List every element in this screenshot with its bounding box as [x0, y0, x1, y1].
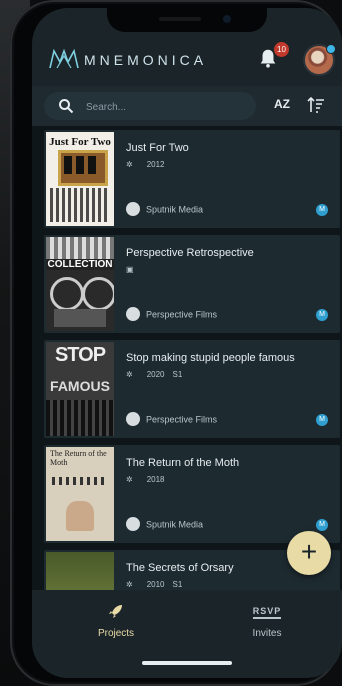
project-poster: The Return of the Moth — [46, 447, 114, 541]
collection-icon: ▣ — [126, 265, 134, 274]
film-reel-icon: ✲ — [126, 580, 133, 589]
project-title: The Secrets of Orsary — [126, 562, 234, 574]
project-poster — [46, 552, 114, 590]
project-meta: ✲ 2018 — [126, 475, 165, 484]
tab-label: Projects — [97, 628, 135, 639]
project-meta: ✲ 2012 — [126, 160, 165, 169]
project-list: Just For Two Just For Two ✲ 2012 Sputnik … — [32, 126, 342, 590]
project-title: Perspective Retrospective — [126, 247, 254, 259]
member-badge: M — [316, 204, 328, 216]
online-status-dot — [326, 44, 336, 54]
project-meta: ✲ 2020 S1 — [126, 370, 183, 379]
phone-frame: MNEMONICA 10 AZ — [10, 0, 342, 686]
search-field[interactable] — [44, 92, 256, 120]
brand-name: MNEMONICA — [84, 52, 208, 68]
project-meta: ✲ 2010 S1 — [126, 580, 183, 589]
film-reel-icon: ✲ — [126, 475, 133, 484]
home-indicator — [142, 661, 232, 665]
project-title: Just For Two — [126, 142, 189, 154]
film-reel-icon: ✲ — [126, 160, 133, 169]
project-card[interactable]: STOP FAMOUS Stop making stupid people fa… — [44, 340, 340, 438]
company-logo-icon — [126, 202, 140, 216]
project-poster: Just For Two — [46, 132, 114, 226]
app-header: MNEMONICA 10 — [32, 32, 342, 86]
search-icon — [59, 99, 74, 114]
add-project-button[interactable]: + — [287, 531, 331, 575]
company: Perspective Films — [126, 412, 217, 427]
member-badge: M — [316, 309, 328, 321]
project-meta: ▣ — [126, 265, 140, 274]
tab-label: Invites — [252, 628, 282, 639]
notch — [107, 8, 267, 32]
tab-invites[interactable]: RSVP Invites — [217, 602, 317, 639]
company-logo-icon — [126, 412, 140, 426]
tab-bar: Projects RSVP Invites — [32, 590, 342, 678]
mnemonica-logo-icon — [49, 48, 79, 69]
project-card[interactable]: Just For Two Just For Two ✲ 2012 Sputnik … — [44, 130, 340, 228]
project-title: Stop making stupid people famous — [126, 352, 295, 364]
company-logo-icon — [126, 517, 140, 531]
app-screen: MNEMONICA 10 AZ — [32, 8, 342, 678]
rsvp-icon: RSVP — [217, 602, 317, 622]
company: Sputnik Media — [126, 202, 203, 217]
company-logo-icon — [126, 307, 140, 321]
project-title: The Return of the Moth — [126, 457, 240, 469]
project-poster: COLLECTION — [46, 237, 114, 331]
company: Perspective Films — [126, 307, 217, 322]
tab-projects[interactable]: Projects — [66, 602, 166, 639]
search-bar: AZ — [32, 86, 342, 126]
project-card[interactable]: The Return of the Moth The Return of the… — [44, 445, 340, 543]
member-badge: M — [316, 414, 328, 426]
alphabetical-sort-button[interactable]: AZ — [274, 97, 290, 111]
member-badge: M — [316, 519, 328, 531]
sort-order-icon[interactable] — [307, 96, 325, 114]
company: Sputnik Media — [126, 517, 203, 532]
project-card[interactable]: COLLECTION Perspective Retrospective ▣ P… — [44, 235, 340, 333]
project-poster: STOP FAMOUS — [46, 342, 114, 436]
search-input[interactable] — [84, 97, 248, 117]
notification-badge: 10 — [274, 42, 289, 57]
film-reel-icon: ✲ — [126, 370, 133, 379]
rocket-icon — [66, 602, 166, 622]
